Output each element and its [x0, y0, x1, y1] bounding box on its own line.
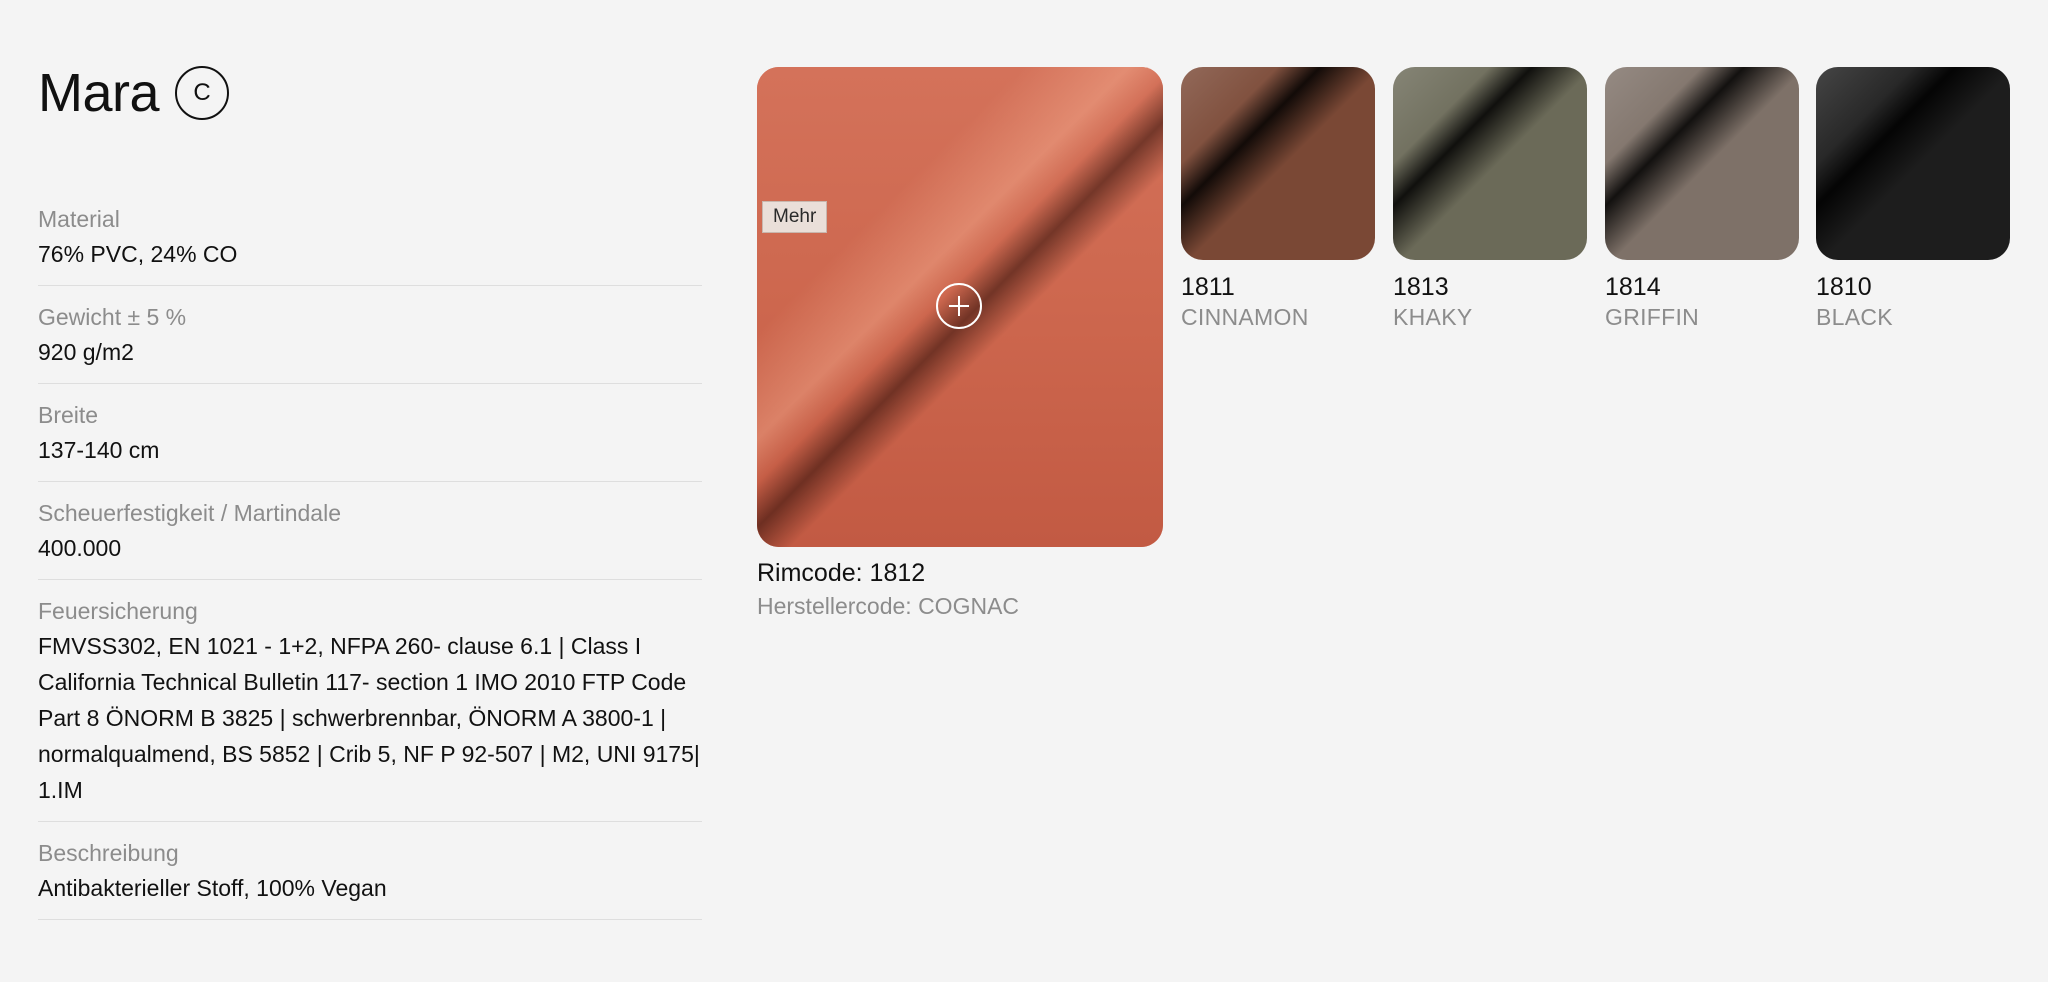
- variant-swatch[interactable]: 1813 KHAKY: [1393, 67, 1587, 332]
- variant-code: 1813: [1393, 273, 1449, 301]
- rimcode: Rimcode: 1812: [757, 559, 926, 587]
- spec-label: Beschreibung: [38, 840, 179, 866]
- variant-code: 1811: [1181, 273, 1235, 301]
- variant-swatch-image[interactable]: [1393, 67, 1587, 260]
- spec-value: FMVSS302, EN 1021 - 1+2, NFPA 260- claus…: [38, 633, 700, 803]
- variant-name: BLACK: [1816, 304, 1893, 330]
- spec-label: Gewicht ± 5 %: [38, 304, 187, 330]
- spec-fire-safety: Feuersicherung FMVSS302, EN 1021 - 1+2, …: [38, 580, 702, 822]
- spec-material: Material 76% PVC, 24% CO: [38, 196, 702, 286]
- spec-label: Scheuerfestigkeit / Martindale: [38, 500, 341, 526]
- plus-icon: [949, 296, 969, 316]
- product-title: Mara: [38, 63, 160, 123]
- spec-width: Breite 137-140 cm: [38, 384, 702, 482]
- variant-name: KHAKY: [1393, 304, 1473, 330]
- spec-abrasion: Scheuerfestigkeit / Martindale 400.000: [38, 482, 702, 580]
- spec-value: 400.000: [38, 535, 122, 561]
- variant-name: GRIFFIN: [1605, 304, 1700, 330]
- variant-swatch-image[interactable]: [1816, 67, 2010, 260]
- spec-value: 137-140 cm: [38, 437, 160, 463]
- variant-swatch-image[interactable]: [1181, 67, 1375, 260]
- variant-swatch[interactable]: 1814 GRIFFIN: [1605, 67, 1799, 332]
- spec-label: Feuersicherung: [38, 598, 198, 624]
- spec-description: Beschreibung Antibakterieller Stoff, 100…: [38, 822, 702, 920]
- spec-label: Breite: [38, 402, 99, 428]
- certification-badge: C: [175, 66, 230, 120]
- spec-list: Material 76% PVC, 24% CO Gewicht ± 5 % 9…: [38, 196, 702, 920]
- variant-code: 1814: [1605, 273, 1661, 301]
- spec-value: 920 g/m2: [38, 339, 134, 365]
- variant-name: CINNAMON: [1181, 304, 1309, 330]
- spec-value: Antibakterieller Stoff, 100% Vegan: [38, 875, 387, 901]
- herstellercode: Herstellercode: COGNAC: [757, 593, 1020, 619]
- spec-label: Material: [38, 206, 120, 232]
- selected-swatch-image[interactable]: Mehr: [757, 67, 1163, 547]
- title-row: Mara C: [38, 62, 230, 124]
- spec-value: 76% PVC, 24% CO: [38, 241, 238, 267]
- plus-circle-icon[interactable]: [936, 283, 982, 329]
- spec-weight: Gewicht ± 5 % 920 g/m2: [38, 286, 702, 384]
- variant-swatch[interactable]: 1810 BLACK: [1816, 67, 2010, 332]
- variant-code: 1810: [1816, 273, 1872, 301]
- selected-swatch-caption: Rimcode: 1812 Herstellercode: COGNAC: [757, 556, 1019, 622]
- more-button[interactable]: Mehr: [762, 201, 828, 233]
- variant-swatch-image[interactable]: [1605, 67, 1799, 260]
- variant-swatch[interactable]: 1811 CINNAMON: [1181, 67, 1375, 332]
